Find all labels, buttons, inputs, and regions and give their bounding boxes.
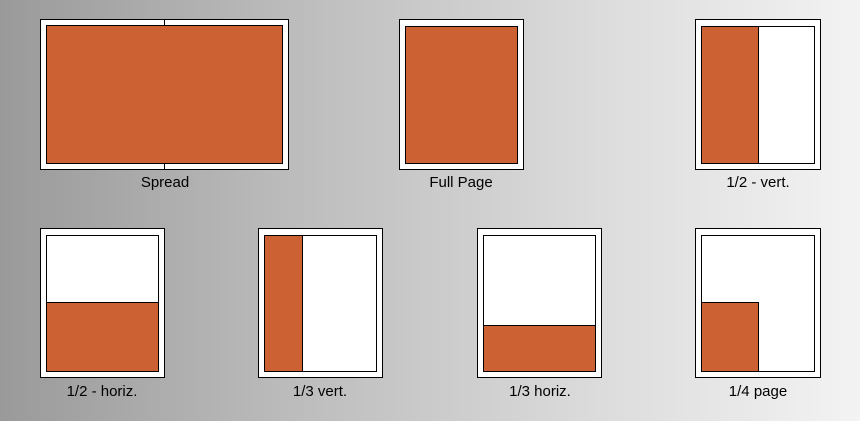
- third-vert-page: [258, 228, 383, 378]
- third-vert-ad-area: [264, 235, 303, 372]
- third-horiz-page: [477, 228, 602, 378]
- label-third-vert: 1/3 vert.: [292, 383, 348, 400]
- spread-page: [40, 19, 289, 170]
- label-quarter-page: 1/4 page: [728, 383, 788, 400]
- full-page-page: [399, 19, 524, 170]
- label-half-horiz: 1/2 - horiz.: [66, 383, 138, 400]
- label-full-page: Full Page: [429, 174, 493, 191]
- full-page-ad-area: [405, 26, 518, 164]
- half-vert-page: [695, 19, 821, 170]
- half-vert-ad-area: [701, 26, 759, 164]
- spread-spine: [164, 20, 165, 26]
- spread-ad-area: [46, 25, 283, 164]
- label-spread: Spread: [140, 174, 190, 191]
- spread-spine-bottom: [164, 163, 165, 169]
- half-horiz-ad-area: [46, 302, 159, 372]
- label-half-vert: 1/2 - vert.: [726, 174, 790, 191]
- half-horiz-page: [40, 228, 165, 378]
- third-horiz-ad-area: [483, 325, 596, 372]
- quarter-page-page: [695, 228, 821, 378]
- quarter-page-ad-area: [701, 302, 759, 372]
- ad-size-diagram: Spread Full Page 1/2 - vert. 1/2 - horiz…: [0, 0, 860, 421]
- label-third-horiz: 1/3 horiz.: [509, 383, 571, 400]
